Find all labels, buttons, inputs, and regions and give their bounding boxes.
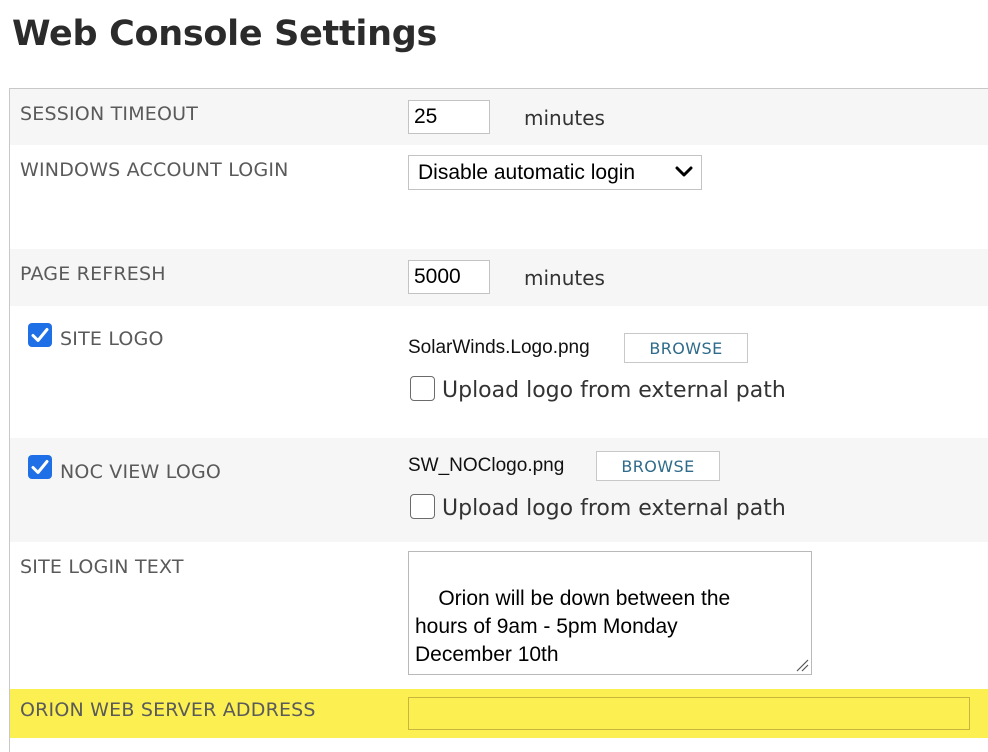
site-login-text-label: SITE LOGIN TEXT: [20, 556, 184, 578]
page-refresh-row: PAGE REFRESH minutes: [10, 249, 988, 306]
checkmark-icon: [31, 460, 49, 474]
session-timeout-label: SESSION TIMEOUT: [20, 103, 199, 125]
site-logo-upload-label: Upload logo from external path: [442, 378, 786, 403]
session-timeout-row: SESSION TIMEOUT minutes: [10, 89, 988, 145]
site-login-textarea[interactable]: Orion will be down between the hours of …: [408, 551, 812, 675]
web-server-address-input[interactable]: [408, 697, 970, 730]
page-title: Web Console Settings: [12, 14, 437, 54]
site-logo-label: SITE LOGO: [60, 328, 164, 350]
web-server-address-label: ORION WEB SERVER ADDRESS: [20, 699, 316, 721]
windows-login-selected-value: Disable automatic login: [418, 160, 636, 184]
site-logo-upload-checkbox[interactable]: [410, 376, 435, 401]
noc-logo-checkbox[interactable]: [28, 455, 52, 479]
resize-grip-icon[interactable]: [795, 658, 809, 672]
site-logo-filename: SolarWinds.Logo.png: [408, 337, 590, 358]
windows-login-label: WINDOWS ACCOUNT LOGIN: [20, 159, 289, 181]
windows-login-row: WINDOWS ACCOUNT LOGIN Disable automatic …: [10, 145, 988, 249]
session-timeout-unit: minutes: [524, 106, 605, 130]
page-refresh-input[interactable]: [408, 260, 490, 294]
page-refresh-label: PAGE REFRESH: [20, 263, 166, 285]
chevron-down-icon: [675, 166, 693, 177]
site-logo-row: SITE LOGO SolarWinds.Logo.png BROWSE Upl…: [10, 306, 988, 438]
site-logo-checkbox[interactable]: [28, 323, 52, 347]
site-login-text-row: SITE LOGIN TEXT Orion will be down betwe…: [10, 542, 988, 689]
page-refresh-unit: minutes: [524, 266, 605, 290]
noc-logo-upload-checkbox[interactable]: [410, 494, 435, 519]
noc-logo-browse-button[interactable]: BROWSE: [596, 451, 720, 481]
checkmark-icon: [31, 328, 49, 342]
session-timeout-input[interactable]: [408, 100, 490, 134]
windows-login-select[interactable]: Disable automatic login: [408, 155, 702, 190]
site-logo-browse-button[interactable]: BROWSE: [624, 333, 748, 363]
noc-logo-label: NOC VIEW LOGO: [60, 461, 222, 483]
noc-logo-filename: SW_NOClogo.png: [408, 455, 565, 476]
noc-logo-row: NOC VIEW LOGO SW_NOClogo.png BROWSE Uplo…: [10, 438, 988, 542]
site-login-text-value: Orion will be down between the hours of …: [415, 587, 731, 666]
noc-logo-upload-label: Upload logo from external path: [442, 496, 786, 521]
web-server-address-row: ORION WEB SERVER ADDRESS: [10, 689, 988, 738]
